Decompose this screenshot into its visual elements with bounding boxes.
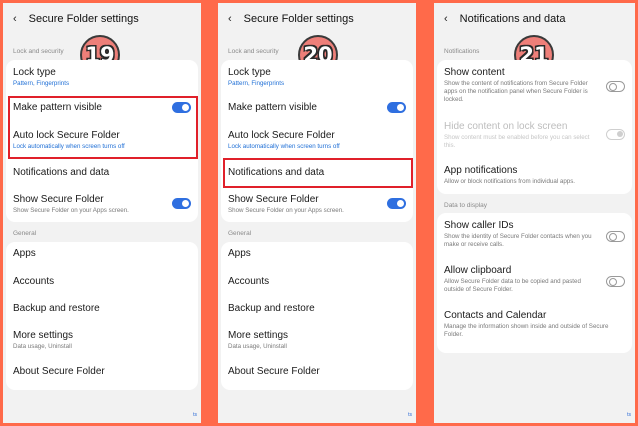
section-header-general: General	[13, 230, 37, 237]
lock-type-item[interactable]: Lock type Pattern, Fingerprints	[13, 67, 193, 88]
highlight-box	[223, 158, 413, 188]
allow-clipboard-title: Allow clipboard	[444, 265, 512, 276]
show-secure-folder-item[interactable]: Show Secure Folder Show Secure Folder on…	[228, 194, 408, 215]
lock-type-value: Pattern, Fingerprints	[13, 80, 70, 87]
notifications-data-title: Notifications and data	[13, 167, 110, 178]
app-header: ‹ Notifications and data	[444, 13, 565, 25]
more-settings-title: More settings	[228, 330, 289, 341]
section-header-lock-security: Lock and security	[13, 48, 64, 55]
more-settings-sub: Data usage, Uninstall	[13, 343, 72, 350]
settings-panel-19: ‹ Secure Folder settings 19 Lock and sec…	[3, 3, 201, 423]
lock-type-value: Pattern, Fingerprints	[228, 80, 285, 87]
accounts-item[interactable]: Accounts	[13, 276, 193, 287]
back-arrow-icon[interactable]: ‹	[228, 13, 232, 25]
highlight-box	[8, 96, 198, 159]
apps-title: Apps	[13, 248, 36, 259]
section-header-notifications: Notifications	[444, 48, 480, 55]
page-title: Secure Folder settings	[243, 13, 354, 25]
allow-clipboard-sub: Allow Secure Folder data to be copied an…	[444, 278, 581, 294]
show-secure-folder-item[interactable]: Show Secure Folder Show Secure Folder on…	[13, 194, 193, 215]
accounts-title: Accounts	[13, 276, 55, 287]
hide-content-toggle	[606, 129, 625, 140]
apps-item[interactable]: Apps	[13, 248, 193, 259]
show-secure-folder-toggle[interactable]	[387, 198, 406, 209]
backup-restore-title: Backup and restore	[13, 303, 100, 314]
notifications-panel-21: ‹ Notifications and data 21 Notification…	[434, 3, 635, 423]
more-settings-item[interactable]: More settings Data usage, Uninstall	[228, 330, 408, 351]
lock-type-title: Lock type	[13, 67, 56, 78]
section-header-general: General	[228, 230, 252, 237]
backup-restore-item[interactable]: Backup and restore	[13, 303, 193, 314]
hide-content-sub: Show content must be enabled before you …	[444, 134, 590, 150]
page-title: Secure Folder settings	[28, 13, 139, 25]
corner-mark: ts	[627, 412, 631, 418]
show-secure-folder-sub: Show Secure Folder on your Apps screen.	[13, 207, 129, 214]
hide-content-title: Hide content on lock screen	[444, 121, 568, 132]
backup-restore-title: Backup and restore	[228, 303, 315, 314]
make-pattern-visible-item[interactable]: Make pattern visible	[228, 102, 408, 113]
auto-lock-title: Auto lock Secure Folder	[228, 130, 335, 141]
accounts-title: Accounts	[228, 276, 270, 287]
section-header-lock-security: Lock and security	[228, 48, 279, 55]
more-settings-title: More settings	[13, 330, 74, 341]
show-secure-folder-title: Show Secure Folder	[228, 194, 319, 205]
lock-type-item[interactable]: Lock type Pattern, Fingerprints	[228, 67, 408, 88]
back-arrow-icon[interactable]: ‹	[13, 13, 17, 25]
show-content-sub: Show the content of notifications from S…	[444, 80, 588, 104]
about-item[interactable]: About Secure Folder	[13, 366, 193, 377]
show-caller-ids-toggle[interactable]	[606, 231, 625, 242]
about-item[interactable]: About Secure Folder	[228, 366, 408, 377]
show-secure-folder-toggle[interactable]	[172, 198, 191, 209]
back-arrow-icon[interactable]: ‹	[444, 13, 448, 25]
show-caller-ids-sub: Show the identity of Secure Folder conta…	[444, 233, 592, 249]
backup-restore-item[interactable]: Backup and restore	[228, 303, 408, 314]
show-secure-folder-sub: Show Secure Folder on your Apps screen.	[228, 207, 344, 214]
show-content-item[interactable]: Show content Show the content of notific…	[444, 67, 601, 104]
settings-panel-20: ‹ Secure Folder settings 20 Lock and sec…	[218, 3, 416, 423]
more-settings-item[interactable]: More settings Data usage, Uninstall	[13, 330, 193, 351]
app-notifications-sub: Allow or block notifications from indivi…	[444, 178, 576, 185]
notifications-data-item[interactable]: Notifications and data	[13, 167, 193, 178]
about-title: About Secure Folder	[228, 366, 320, 377]
auto-lock-item[interactable]: Auto lock Secure Folder Lock automatical…	[228, 130, 408, 151]
corner-mark: ts	[408, 412, 412, 418]
show-content-toggle[interactable]	[606, 81, 625, 92]
about-title: About Secure Folder	[13, 366, 105, 377]
apps-title: Apps	[228, 248, 251, 259]
lock-type-title: Lock type	[228, 67, 271, 78]
apps-item[interactable]: Apps	[228, 248, 408, 259]
allow-clipboard-item[interactable]: Allow clipboard Allow Secure Folder data…	[444, 265, 601, 294]
app-notifications-item[interactable]: App notifications Allow or block notific…	[444, 165, 627, 186]
app-header: ‹ Secure Folder settings	[228, 13, 354, 25]
show-secure-folder-title: Show Secure Folder	[13, 194, 104, 205]
contacts-calendar-sub: Manage the information shown inside and …	[444, 323, 609, 339]
app-notifications-title: App notifications	[444, 165, 518, 176]
make-pattern-visible-title: Make pattern visible	[228, 102, 317, 113]
more-settings-sub: Data usage, Uninstall	[228, 343, 287, 350]
allow-clipboard-toggle[interactable]	[606, 276, 625, 287]
hide-content-item: Hide content on lock screen Show content…	[444, 121, 601, 150]
show-content-title: Show content	[444, 67, 505, 78]
page-title: Notifications and data	[459, 13, 566, 25]
contacts-calendar-title: Contacts and Calendar	[444, 310, 547, 321]
corner-mark: ts	[193, 412, 197, 418]
auto-lock-value: Lock automatically when screen turns off	[228, 143, 340, 150]
app-header: ‹ Secure Folder settings	[13, 13, 139, 25]
make-pattern-visible-toggle[interactable]	[387, 102, 406, 113]
show-caller-ids-title: Show caller IDs	[444, 220, 514, 231]
show-caller-ids-item[interactable]: Show caller IDs Show the identity of Sec…	[444, 220, 601, 249]
contacts-calendar-item[interactable]: Contacts and Calendar Manage the informa…	[444, 310, 627, 339]
accounts-item[interactable]: Accounts	[228, 276, 408, 287]
section-header-data-display: Data to display	[444, 202, 487, 209]
